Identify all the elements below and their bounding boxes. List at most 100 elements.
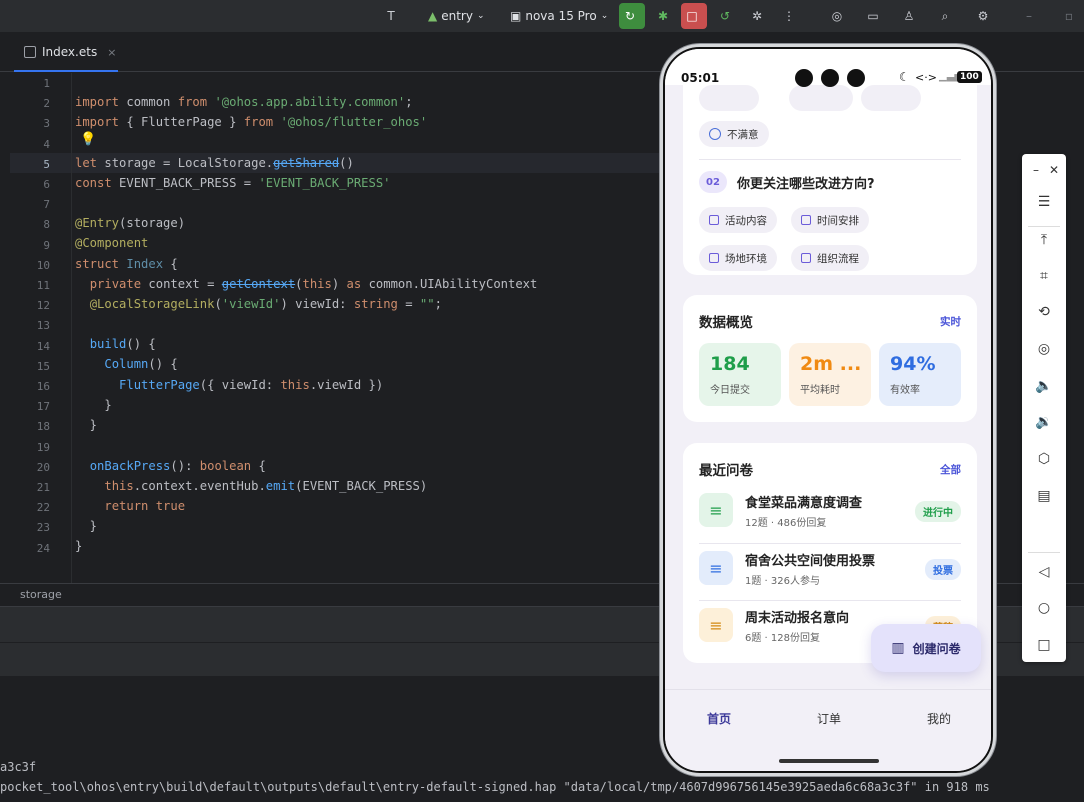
option-radio[interactable] xyxy=(861,85,921,111)
line-number: 21 xyxy=(36,481,50,494)
stop-button[interactable]: □ xyxy=(681,3,707,29)
line-number: 8 xyxy=(43,218,50,232)
apply-changes-button[interactable]: ↺ xyxy=(714,5,736,27)
device-selector[interactable]: ▣ nova 15 Pro ⌄ xyxy=(510,5,608,27)
option-label: 时间安排 xyxy=(817,214,859,227)
line-number: 22 xyxy=(36,501,50,515)
rerun-icon: ↻ xyxy=(624,9,636,23)
nav-orders[interactable]: 订单 xyxy=(817,710,841,727)
realtime-link[interactable]: 实时 xyxy=(940,314,961,329)
attach-debugger-button[interactable]: ✲ xyxy=(746,5,768,27)
screenshot-icon[interactable]: ◎ xyxy=(1034,339,1054,359)
stat-value: 184 xyxy=(710,353,750,375)
more-button[interactable]: ⋮ xyxy=(778,5,800,27)
code-line-6: const EVENT_BACK_PRESS = 'EVENT_BACK_PRE… xyxy=(75,176,391,190)
run-button[interactable]: ↻ xyxy=(619,3,645,29)
more-vertical-icon: ⋮ xyxy=(783,9,795,23)
view-all-link[interactable]: 全部 xyxy=(940,462,961,477)
minimize-icon[interactable]: – xyxy=(1026,160,1046,180)
question-number-badge: 02 xyxy=(699,171,727,193)
option-checkbox[interactable]: 组织流程 xyxy=(791,245,869,271)
option-radio[interactable] xyxy=(699,85,759,111)
text-tool-icon[interactable]: T xyxy=(380,5,402,27)
stat-value: 94% xyxy=(890,353,936,375)
create-survey-button[interactable]: ▥ 创建问卷 xyxy=(871,624,981,672)
stat-card: 184 今日提交 xyxy=(699,343,781,406)
checkbox-icon xyxy=(801,253,811,263)
create-survey-label: 创建问卷 xyxy=(912,641,961,656)
camera-icon xyxy=(847,69,865,87)
code-line-15: Column() { xyxy=(104,357,178,371)
recents-icon[interactable]: □ xyxy=(1034,635,1054,655)
home-icon[interactable]: ○ xyxy=(1034,598,1054,618)
document-icon: ≡ xyxy=(699,608,733,642)
code-line-8: @Entry(storage) xyxy=(75,216,186,230)
device-icon: ▣ xyxy=(510,9,522,23)
account-button[interactable]: ♙ xyxy=(898,5,920,27)
divider xyxy=(1028,552,1060,553)
bug-icon: ✱ xyxy=(657,9,669,23)
rotate-icon[interactable]: ⟲ xyxy=(1034,302,1054,322)
back-icon[interactable]: ◁ xyxy=(1034,562,1054,582)
volume-down-icon[interactable]: 🔉 xyxy=(1034,412,1054,432)
phone-screen[interactable]: 05:01 ☾ <·> ▁▃▅ 100 不满意 02 你更关注哪些改进方向? 活… xyxy=(663,47,993,773)
nav-mine[interactable]: 我的 xyxy=(927,710,951,727)
stat-card: 94% 有效率 xyxy=(879,343,961,406)
survey-title: 宿舍公共空间使用投票 xyxy=(745,554,876,569)
menu-icon[interactable]: ☰ xyxy=(1034,192,1054,212)
nav-home[interactable]: 首页 xyxy=(707,710,731,727)
stat-label: 平均耗时 xyxy=(800,385,840,396)
line-number: 18 xyxy=(36,420,50,434)
divider xyxy=(699,159,961,160)
profiler-button[interactable]: ◎ xyxy=(826,5,848,27)
line-number: 15 xyxy=(36,359,50,373)
document-icon: ≡ xyxy=(699,493,733,527)
code-line-10: struct Index { xyxy=(75,257,178,271)
line-number: 10 xyxy=(36,258,50,272)
crop-icon[interactable]: ⌗ xyxy=(1034,266,1054,286)
option-checkbox[interactable]: 场地环境 xyxy=(699,245,777,271)
fold-icon[interactable]: ▤ xyxy=(1034,486,1054,506)
minimize-button[interactable]: – xyxy=(1018,5,1040,27)
code-line-2: import common from '@ohos.app.ability.co… xyxy=(75,95,413,109)
lightbulb-icon[interactable]: 💡 xyxy=(80,132,96,147)
debug-button[interactable]: ✱ xyxy=(652,5,674,27)
question-title: 你更关注哪些改进方向? xyxy=(737,177,875,192)
line-number: 23 xyxy=(36,521,50,535)
option-checkbox[interactable]: 活动内容 xyxy=(699,207,777,233)
status-time: 05:01 xyxy=(681,71,720,85)
line-number: 20 xyxy=(36,460,50,474)
option-label: 场地环境 xyxy=(725,252,767,265)
search-button[interactable]: ⌕ xyxy=(934,5,956,27)
tab-index-ets[interactable]: Index.ets × xyxy=(14,34,118,72)
option-radio-dissatisfied[interactable]: 不满意 xyxy=(699,121,769,147)
maximize-button[interactable]: ▫ xyxy=(1058,5,1080,27)
volume-up-icon[interactable]: 🔈 xyxy=(1034,376,1054,396)
option-radio[interactable] xyxy=(789,85,853,111)
home-indicator[interactable] xyxy=(779,759,879,763)
survey-list-item[interactable]: ≡ 食堂菜品满意度调查 12题 · 486份回复 进行中 xyxy=(699,485,961,541)
module-icon: ▲ xyxy=(428,9,438,23)
line-number: 13 xyxy=(36,319,50,333)
folder-icon: ▭ xyxy=(867,9,879,23)
option-label: 活动内容 xyxy=(725,214,767,227)
settings-button[interactable]: ⚙ xyxy=(972,5,994,27)
ide-toolbar: T ▲ entry ⌄ ▣ nova 15 Pro ⌄ ↻ ✱ □ ↺ ✲ ⋮ … xyxy=(0,0,1084,33)
line-number: 17 xyxy=(36,400,50,414)
status-badge: 投票 xyxy=(925,559,961,580)
pin-top-icon[interactable]: ⤒ xyxy=(1034,230,1054,250)
divider xyxy=(1028,226,1060,227)
rotate-device-icon[interactable]: ⬡ xyxy=(1034,449,1054,469)
module-selector[interactable]: ▲ entry ⌄ xyxy=(428,5,485,27)
emulator-toolbar: – ✕ ☰ ⤒ ⌗ ⟲ ◎ 🔈 🔉 ⬡ ▤ ◁ ○ □ xyxy=(1022,154,1066,662)
option-checkbox[interactable]: 时间安排 xyxy=(791,207,869,233)
close-icon[interactable]: ✕ xyxy=(1044,160,1064,180)
device-manager-button[interactable]: ▭ xyxy=(862,5,884,27)
close-icon[interactable]: × xyxy=(107,46,116,59)
survey-list-item[interactable]: ≡ 宿舍公共空间使用投票 1题 · 326人参与 投票 xyxy=(699,543,961,599)
line-number: 3 xyxy=(43,117,50,131)
line-number: 9 xyxy=(43,238,50,252)
line-number: 12 xyxy=(36,299,50,313)
line-number: 14 xyxy=(36,339,50,353)
status-bar: 05:01 ☾ <·> ▁▃▅ 100 xyxy=(665,49,991,87)
